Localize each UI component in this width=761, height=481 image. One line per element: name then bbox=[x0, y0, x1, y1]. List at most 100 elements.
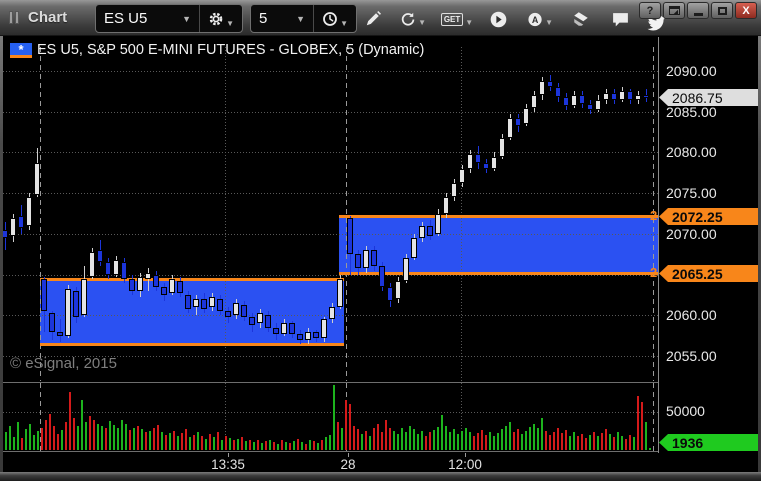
window-border-left bbox=[0, 0, 3, 481]
volume-bar bbox=[561, 433, 563, 450]
volume-bar bbox=[101, 426, 103, 450]
symbol-combo[interactable]: ES U5 ▼ ▼ bbox=[95, 4, 243, 33]
candle-body bbox=[627, 91, 633, 100]
candle-body bbox=[81, 279, 87, 315]
symbol-select[interactable]: ES U5 ▼ bbox=[96, 5, 199, 32]
volume-bar bbox=[137, 426, 139, 450]
eraser-icon bbox=[574, 12, 588, 26]
volume-bar bbox=[553, 431, 555, 450]
candle-body bbox=[113, 260, 119, 275]
window-grip-icon[interactable] bbox=[9, 11, 23, 24]
volume-bar bbox=[93, 419, 95, 450]
candle-body bbox=[387, 287, 393, 301]
candle-body bbox=[281, 323, 287, 334]
volume-bar bbox=[309, 440, 311, 450]
auto-trade-button[interactable]: A ▼ bbox=[527, 7, 553, 31]
price-tick-label: 2085.00 bbox=[666, 104, 717, 120]
volume-bar bbox=[565, 430, 567, 450]
session-gridline bbox=[346, 47, 347, 381]
interval-select[interactable]: 5 ▼ bbox=[251, 5, 313, 32]
volume-bar bbox=[401, 428, 403, 450]
volume-bar bbox=[41, 427, 43, 450]
volume-bar bbox=[405, 431, 407, 450]
volume-bar bbox=[621, 435, 623, 450]
price-gridline bbox=[3, 71, 658, 72]
volume-bar bbox=[197, 432, 199, 450]
maximize-button[interactable] bbox=[711, 2, 733, 19]
volume-bar bbox=[177, 435, 179, 450]
candle-body bbox=[467, 154, 473, 169]
volume-bar bbox=[105, 428, 107, 450]
minimize-icon bbox=[693, 12, 703, 16]
volume-bar bbox=[321, 439, 323, 450]
volume-bar bbox=[21, 438, 23, 450]
badge-asterisk: * bbox=[18, 41, 24, 57]
help-button[interactable]: ? bbox=[639, 2, 661, 19]
candle-body bbox=[18, 216, 24, 228]
volume-bar bbox=[313, 441, 315, 450]
symbol-settings-button[interactable]: ▼ bbox=[199, 5, 242, 32]
candle-body bbox=[587, 104, 593, 110]
candle-body bbox=[491, 157, 497, 169]
close-button[interactable]: X bbox=[735, 2, 757, 19]
interval-combo[interactable]: 5 ▼ ▼ bbox=[250, 4, 357, 33]
draw-tool-button[interactable] bbox=[360, 7, 386, 31]
volume-bar bbox=[265, 441, 267, 450]
volume-bar bbox=[161, 432, 163, 450]
volume-bar bbox=[25, 429, 27, 450]
candle-body bbox=[313, 332, 319, 338]
volume-gridline bbox=[3, 412, 658, 413]
window-border-bottom[interactable] bbox=[0, 472, 761, 481]
time-axis[interactable]: Dyn 13:352812:00 bbox=[3, 453, 658, 472]
symbol-badge[interactable]: * bbox=[10, 41, 32, 58]
volume-bar bbox=[557, 427, 559, 450]
volume-bar bbox=[205, 438, 207, 450]
volume-bar bbox=[225, 436, 227, 450]
candle-body bbox=[337, 279, 343, 307]
candle-body bbox=[379, 266, 385, 287]
watermark: © eSignal, 2015 bbox=[10, 355, 117, 372]
candle-body bbox=[153, 275, 159, 287]
price-axis[interactable]: 2086.75 2072.25 2065.25 1936 2090.00 2085… bbox=[658, 37, 761, 453]
volume-bar bbox=[609, 434, 611, 450]
volume-bar bbox=[429, 432, 431, 450]
volume-bar bbox=[349, 403, 351, 450]
minimize-button[interactable] bbox=[687, 2, 709, 19]
volume-bar bbox=[117, 428, 119, 450]
last-price-label: 2086.75 bbox=[659, 89, 759, 106]
volume-bar bbox=[617, 432, 619, 450]
volume-pane[interactable] bbox=[3, 382, 658, 452]
candle-body bbox=[57, 332, 63, 336]
eraser-button[interactable] bbox=[568, 7, 594, 31]
reload-button[interactable]: ▼ bbox=[400, 7, 426, 31]
get-data-button[interactable]: GET ▼ bbox=[440, 7, 474, 31]
time-template-button[interactable]: ▼ bbox=[313, 5, 356, 32]
dock-button[interactable] bbox=[663, 2, 685, 19]
comment-button[interactable] bbox=[607, 7, 633, 31]
svg-text:A: A bbox=[532, 15, 539, 25]
volume-bar bbox=[569, 435, 571, 450]
time-tick-label: 13:35 bbox=[211, 457, 245, 472]
candle-body bbox=[435, 214, 441, 234]
volume-bar bbox=[273, 442, 275, 450]
volume-bar bbox=[485, 434, 487, 450]
candle-body bbox=[571, 95, 577, 106]
volume-bar bbox=[497, 433, 499, 450]
price-pane[interactable]: * ES U5, S&P 500 E-MINI FUTURES - GLOBEX… bbox=[3, 37, 658, 381]
candle-body bbox=[201, 299, 207, 309]
candle-body bbox=[233, 303, 239, 315]
volume-bar bbox=[153, 428, 155, 450]
volume-bar bbox=[345, 400, 347, 450]
volume-bar bbox=[649, 448, 651, 450]
volume-bar bbox=[361, 434, 363, 450]
candle-body bbox=[579, 95, 585, 104]
candle-body bbox=[459, 169, 465, 183]
price-tick-label: 2080.00 bbox=[666, 144, 717, 160]
replay-button[interactable] bbox=[485, 7, 511, 31]
volume-bar bbox=[533, 423, 535, 450]
volume-bar bbox=[65, 422, 67, 450]
volume-bar bbox=[545, 430, 547, 450]
volume-bar bbox=[549, 434, 551, 450]
candle-wick bbox=[60, 319, 61, 342]
volume-bar bbox=[241, 437, 243, 450]
